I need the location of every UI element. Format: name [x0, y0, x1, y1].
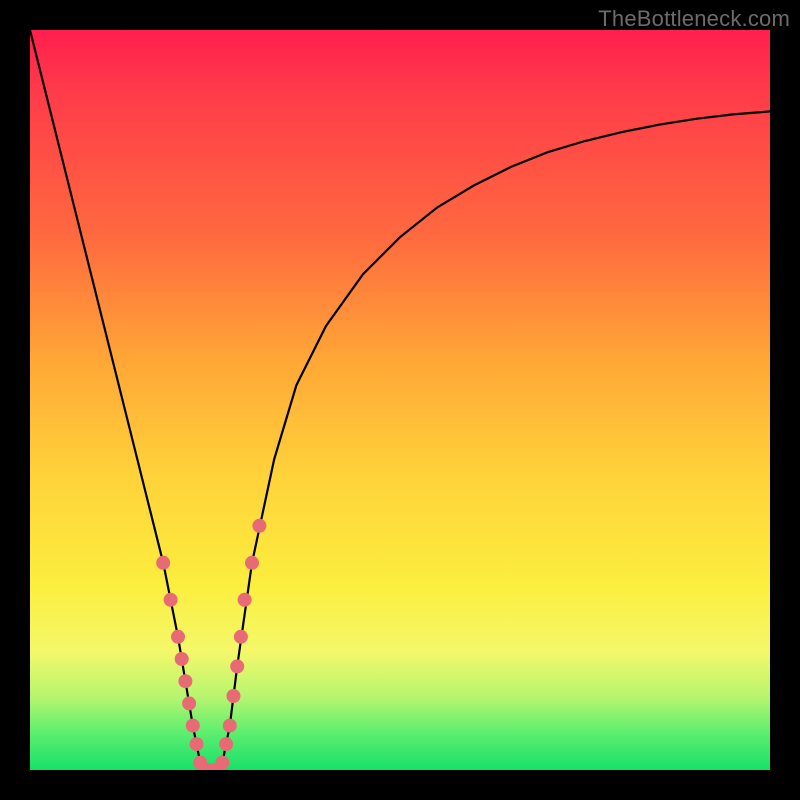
marker-point	[190, 737, 204, 751]
marker-point	[219, 737, 233, 751]
marker-point	[252, 519, 266, 533]
marker-point	[234, 630, 248, 644]
marker-point	[215, 756, 229, 770]
marker-point	[178, 674, 192, 688]
marker-point	[245, 556, 259, 570]
marker-point	[238, 593, 252, 607]
marker-point	[223, 719, 237, 733]
marker-point	[230, 659, 244, 673]
marker-point	[171, 630, 185, 644]
marker-point	[186, 719, 200, 733]
chart-frame: TheBottleneck.com	[0, 0, 800, 800]
marker-point	[164, 593, 178, 607]
marker-point	[175, 652, 189, 666]
marker-point	[182, 696, 196, 710]
marker-point	[227, 689, 241, 703]
bottleneck-curve	[30, 30, 770, 770]
curve-svg	[30, 30, 770, 770]
marker-point	[156, 556, 170, 570]
highlighted-points	[156, 519, 266, 770]
plot-area	[30, 30, 770, 770]
watermark-text: TheBottleneck.com	[598, 6, 790, 32]
